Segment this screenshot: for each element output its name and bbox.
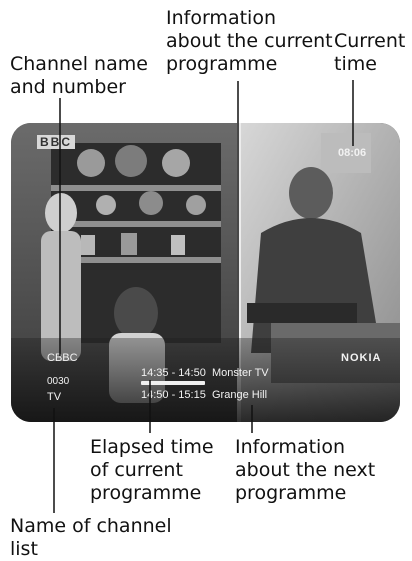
channel-name: CBBC bbox=[47, 352, 78, 364]
nokia-brand: NOKIA bbox=[341, 352, 382, 364]
callout-channel-list-name: Name of channel list bbox=[10, 515, 172, 560]
callout-next-programme-info: Information about the next programme bbox=[235, 436, 376, 504]
callout-channel-name-number: Channel name and number bbox=[10, 53, 148, 98]
clock: 08:06 bbox=[338, 147, 367, 159]
next-programme-title: Grange Hill bbox=[212, 389, 268, 401]
current-programme-time: 14:35 - 14:50 bbox=[141, 367, 206, 379]
channel-number: 0030 bbox=[47, 376, 70, 387]
next-programme-time: 14:50 - 15:15 bbox=[141, 389, 206, 401]
callout-current-programme-info: Information about the current programme bbox=[166, 7, 333, 75]
tv-screen: BBC 08:06 CBBC 0030 TV 14:35 - 14:50 Mon… bbox=[11, 123, 400, 422]
callout-current-time: Current time bbox=[334, 30, 406, 75]
channel-list-name: TV bbox=[47, 391, 62, 403]
bbc-logo: BBC bbox=[37, 135, 75, 149]
callout-elapsed-time: Elapsed time of current programme bbox=[90, 436, 214, 504]
elapsed-time-bar bbox=[141, 381, 205, 385]
elapsed-time-fill bbox=[141, 381, 205, 385]
current-programme-title: Monster TV bbox=[212, 367, 269, 379]
